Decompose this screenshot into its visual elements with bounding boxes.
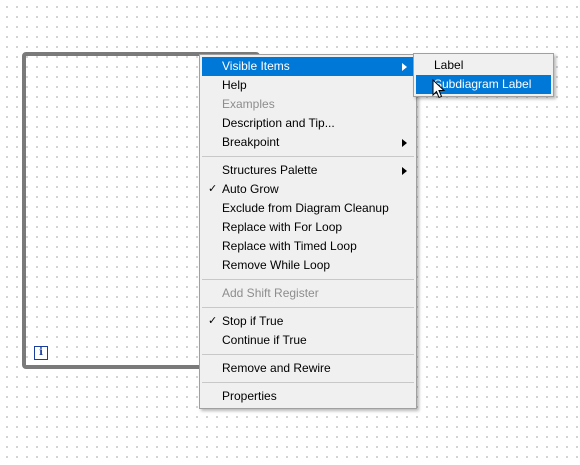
menu-item-label: Help: [222, 78, 247, 92]
menu-item-label: Subdiagram Label: [434, 77, 532, 91]
context-menu: Visible Items Help Examples Description …: [199, 54, 417, 409]
checkmark-icon: ✓: [208, 183, 218, 195]
menu-item-replace-with-for-loop[interactable]: Replace with For Loop: [200, 218, 416, 237]
menu-item-label: Exclude from Diagram Cleanup: [222, 201, 389, 215]
submenu-arrow-icon: [402, 167, 407, 175]
menu-item-label: Description and Tip...: [222, 116, 335, 130]
menu-item-label: Structures Palette: [222, 163, 318, 177]
menu-separator: [202, 279, 414, 280]
iteration-terminal[interactable]: i: [34, 346, 48, 360]
menu-item-exclude-from-cleanup[interactable]: Exclude from Diagram Cleanup: [200, 199, 416, 218]
menu-item-label: Visible Items: [222, 59, 290, 73]
menu-item-label: Remove While Loop: [222, 258, 331, 272]
menu-item-label: Continue if True: [222, 333, 307, 347]
menu-item-label: Breakpoint: [222, 135, 280, 149]
menu-item-description-and-tip[interactable]: Description and Tip...: [200, 114, 416, 133]
submenu-arrow-icon: [402, 139, 407, 147]
menu-item-label: Examples: [222, 97, 275, 111]
menu-item-label: Replace with Timed Loop: [222, 239, 357, 253]
menu-item-label: Stop if True: [222, 314, 284, 328]
menu-item-help[interactable]: Help: [200, 76, 416, 95]
menu-item-auto-grow[interactable]: ✓ Auto Grow: [200, 180, 416, 199]
menu-item-remove-and-rewire[interactable]: Remove and Rewire: [200, 359, 416, 378]
menu-item-examples: Examples: [200, 95, 416, 114]
menu-item-remove-while-loop[interactable]: Remove While Loop: [200, 256, 416, 275]
menu-item-visible-items[interactable]: Visible Items: [202, 57, 414, 76]
menu-item-label: Remove and Rewire: [222, 361, 331, 375]
menu-item-continue-if-true[interactable]: Continue if True: [200, 331, 416, 350]
menu-item-structures-palette[interactable]: Structures Palette: [200, 161, 416, 180]
menu-item-replace-with-timed-loop[interactable]: Replace with Timed Loop: [200, 237, 416, 256]
menu-separator: [202, 307, 414, 308]
menu-item-label: Add Shift Register: [222, 286, 319, 300]
checkmark-icon: ✓: [208, 315, 218, 327]
menu-item-properties[interactable]: Properties: [200, 387, 416, 406]
submenu-item-label[interactable]: Label: [414, 56, 553, 75]
menu-item-label: Replace with For Loop: [222, 220, 343, 234]
mouse-pointer-icon: [432, 79, 446, 99]
submenu-arrow-icon: [402, 63, 407, 71]
menu-item-label: Auto Grow: [222, 182, 279, 196]
menu-separator: [202, 354, 414, 355]
menu-item-label: Properties: [222, 389, 277, 403]
menu-item-stop-if-true[interactable]: ✓ Stop if True: [200, 312, 416, 331]
menu-item-label: Label: [434, 58, 464, 72]
menu-separator: [202, 382, 414, 383]
menu-separator: [202, 156, 414, 157]
menu-item-add-shift-register: Add Shift Register: [200, 284, 416, 303]
menu-item-breakpoint[interactable]: Breakpoint: [200, 133, 416, 152]
